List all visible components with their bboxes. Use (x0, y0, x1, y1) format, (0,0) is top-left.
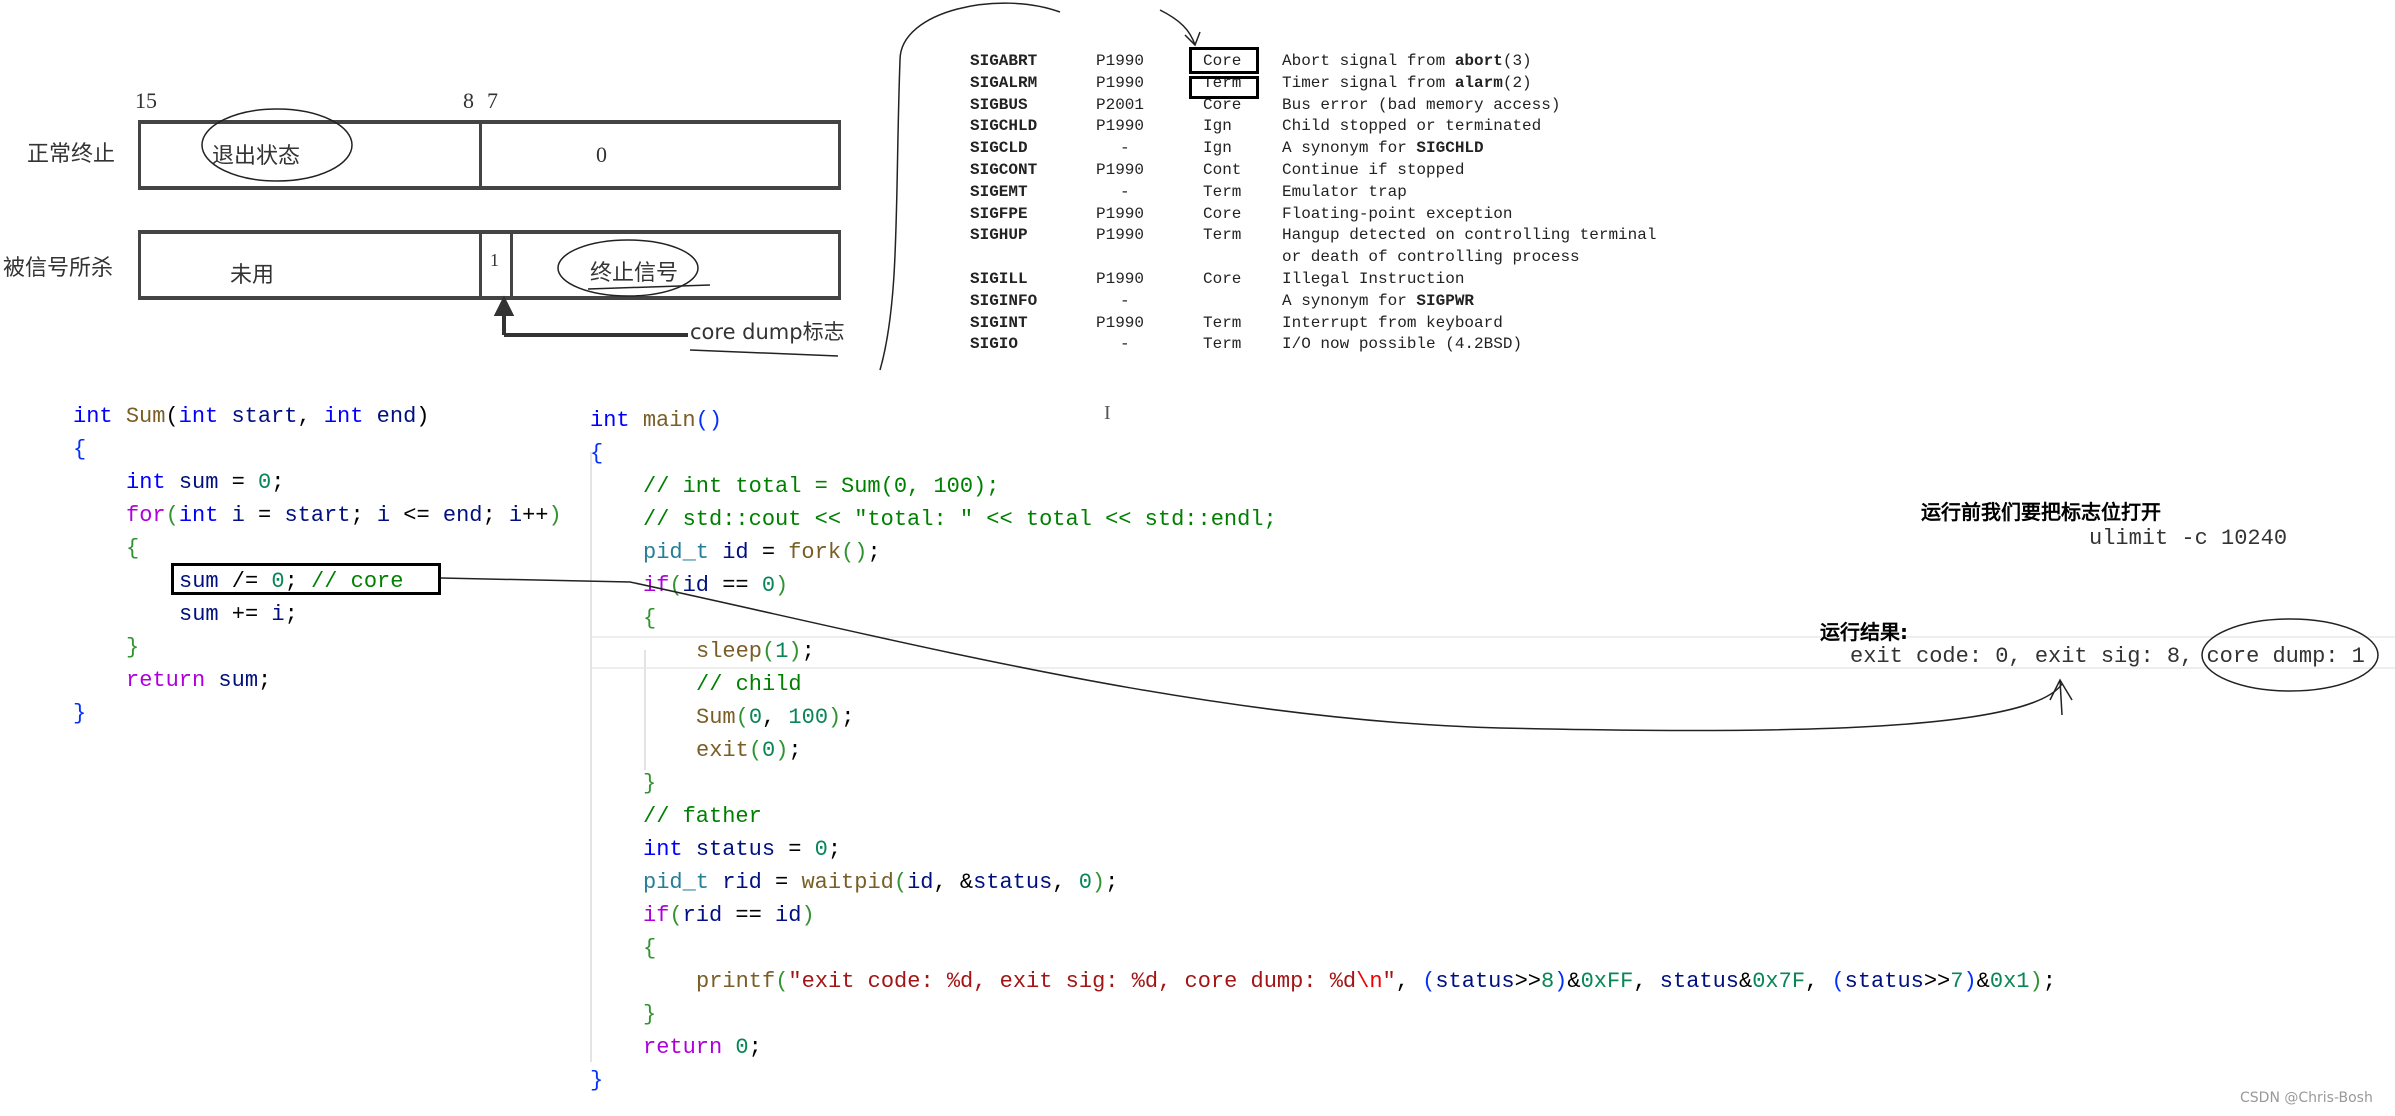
table-brace (879, 2, 1061, 371)
brace-to-core-arrow (1159, 9, 1201, 47)
core-dump-arrow-line (502, 312, 688, 337)
underline-stroke (689, 349, 839, 357)
connector-line (440, 577, 2063, 732)
circle-core-dump (2201, 618, 2379, 692)
underline-stroke (587, 284, 711, 290)
circle-exit-status (201, 108, 353, 182)
arrow-up-icon (2049, 678, 2073, 716)
annotation-strokes (201, 2, 2379, 732)
arrow-head-icon (493, 295, 515, 316)
